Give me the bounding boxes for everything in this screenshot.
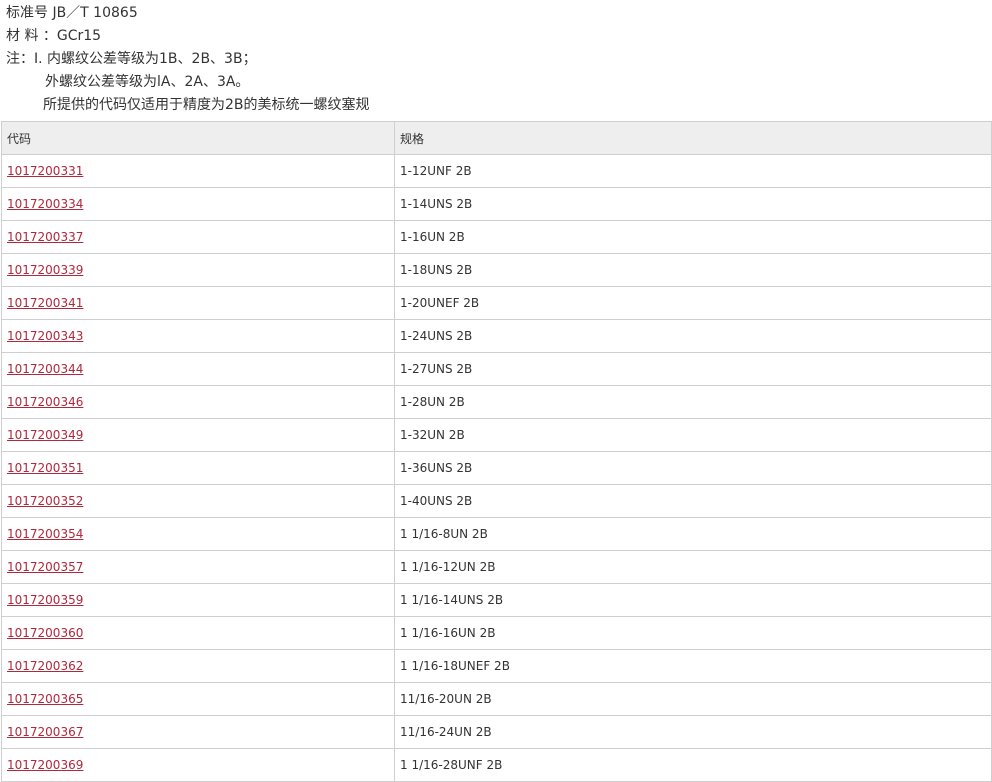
product-code-link[interactable]: 1017200367 <box>7 725 83 739</box>
standard-number: 标准号 JB／T 10865 <box>6 5 138 21</box>
spec-cell: 1-14UNS 2B <box>394 187 992 221</box>
table-row: 1017200351 1-36UNS 2B <box>1 451 992 485</box>
table-row: 1017200354 1 1/16-8UN 2B <box>1 517 992 551</box>
spec-cell: 1-24UNS 2B <box>394 319 992 353</box>
product-code-link[interactable]: 1017200344 <box>7 362 83 376</box>
code-cell: 1017200334 <box>1 187 395 221</box>
product-code-link[interactable]: 1017200343 <box>7 329 83 343</box>
table-row: 1017200343 1-24UNS 2B <box>1 319 992 353</box>
spec-cell: 1-40UNS 2B <box>394 484 992 518</box>
product-code-link[interactable]: 1017200334 <box>7 197 83 211</box>
spec-cell: 1-18UNS 2B <box>394 253 992 287</box>
table-row: 1017200352 1-40UNS 2B <box>1 484 992 518</box>
table-header-row: 代码 规格 <box>1 121 992 155</box>
product-code-link[interactable]: 1017200359 <box>7 593 83 607</box>
code-cell: 1017200360 <box>1 616 395 650</box>
table-row: 1017200359 1 1/16-14UNS 2B <box>1 583 992 617</box>
table-row: 1017200367 11/16-24UN 2B <box>1 715 992 749</box>
table-row: 1017200339 1-18UNS 2B <box>1 253 992 287</box>
product-code-link[interactable]: 1017200362 <box>7 659 83 673</box>
product-code-link[interactable]: 1017200341 <box>7 296 83 310</box>
code-cell: 1017200354 <box>1 517 395 551</box>
product-code-link[interactable]: 1017200337 <box>7 230 83 244</box>
code-cell: 1017200337 <box>1 220 395 254</box>
product-info: 标准号 JB／T 10865 材 料 ：GCr15 注：Ⅰ. 内螺纹公差等级为1… <box>0 0 992 121</box>
spec-cell: 11/16-24UN 2B <box>394 715 992 749</box>
spec-cell: 1-16UN 2B <box>394 220 992 254</box>
table-row: 1017200334 1-14UNS 2B <box>1 187 992 221</box>
table-body: 1017200331 1-12UNF 2B 1017200334 1-14UNS 2B… <box>1 154 992 782</box>
note-internal-thread: 注：Ⅰ. 内螺纹公差等级为1B、2B、3B； <box>6 51 257 67</box>
spec-cell: 1-12UNF 2B <box>394 154 992 188</box>
product-code-link[interactable]: 1017200346 <box>7 395 83 409</box>
column-header-spec: 规格 <box>394 121 992 155</box>
table-row: 1017200349 1-32UN 2B <box>1 418 992 452</box>
code-cell: 1017200369 <box>1 748 395 782</box>
table-row: 1017200337 1-16UN 2B <box>1 220 992 254</box>
spec-cell: 1 1/16-14UNS 2B <box>394 583 992 617</box>
note-code-scope: 所提供的代码仅适用于精度为2B的美标统一螺纹塞规 <box>43 97 370 113</box>
table-row: 1017200365 11/16-20UN 2B <box>1 682 992 716</box>
code-cell: 1017200344 <box>1 352 395 386</box>
code-cell: 1017200341 <box>1 286 395 320</box>
product-code-link[interactable]: 1017200349 <box>7 428 83 442</box>
spec-cell: 1 1/16-12UN 2B <box>394 550 992 584</box>
spec-cell: 1 1/16-8UN 2B <box>394 517 992 551</box>
note-external-thread: 外螺纹公差等级为lA、2A、3A。 <box>45 74 250 90</box>
table-row: 1017200341 1-20UNEF 2B <box>1 286 992 320</box>
product-table: 代码 规格 1017200331 1-12UNF 2B 1017200334 1-14… <box>1 121 992 782</box>
code-cell: 1017200351 <box>1 451 395 485</box>
spec-cell: 1-20UNEF 2B <box>394 286 992 320</box>
code-cell: 1017200357 <box>1 550 395 584</box>
table-row: 1017200357 1 1/16-12UN 2B <box>1 550 992 584</box>
spec-cell: 1 1/16-18UNEF 2B <box>394 649 992 683</box>
code-cell: 1017200331 <box>1 154 395 188</box>
spec-cell: 1-27UNS 2B <box>394 352 992 386</box>
table-row: 1017200331 1-12UNF 2B <box>1 154 992 188</box>
code-cell: 1017200349 <box>1 418 395 452</box>
spec-cell: 1-32UN 2B <box>394 418 992 452</box>
table-row: 1017200362 1 1/16-18UNEF 2B <box>1 649 992 683</box>
code-cell: 1017200362 <box>1 649 395 683</box>
code-cell: 1017200365 <box>1 682 395 716</box>
spec-cell: 1-28UN 2B <box>394 385 992 419</box>
table-row: 1017200346 1-28UN 2B <box>1 385 992 419</box>
product-code-link[interactable]: 1017200357 <box>7 560 83 574</box>
code-cell: 1017200346 <box>1 385 395 419</box>
spec-cell: 1 1/16-16UN 2B <box>394 616 992 650</box>
spec-cell: 1-36UNS 2B <box>394 451 992 485</box>
material: 材 料 ：GCr15 <box>6 28 102 44</box>
spec-cell: 1 1/16-28UNF 2B <box>394 748 992 782</box>
product-code-link[interactable]: 1017200354 <box>7 527 83 541</box>
product-code-link[interactable]: 1017200331 <box>7 164 83 178</box>
code-cell: 1017200359 <box>1 583 395 617</box>
product-code-link[interactable]: 1017200352 <box>7 494 83 508</box>
table-row: 1017200369 1 1/16-28UNF 2B <box>1 748 992 782</box>
product-code-link[interactable]: 1017200369 <box>7 758 83 772</box>
spec-cell: 11/16-20UN 2B <box>394 682 992 716</box>
code-cell: 1017200339 <box>1 253 395 287</box>
code-cell: 1017200367 <box>1 715 395 749</box>
column-header-code: 代码 <box>1 121 395 155</box>
product-code-link[interactable]: 1017200365 <box>7 692 83 706</box>
table-row: 1017200360 1 1/16-16UN 2B <box>1 616 992 650</box>
code-cell: 1017200352 <box>1 484 395 518</box>
table-row: 1017200344 1-27UNS 2B <box>1 352 992 386</box>
product-code-link[interactable]: 1017200360 <box>7 626 83 640</box>
product-code-link[interactable]: 1017200351 <box>7 461 83 475</box>
code-cell: 1017200343 <box>1 319 395 353</box>
product-code-link[interactable]: 1017200339 <box>7 263 83 277</box>
